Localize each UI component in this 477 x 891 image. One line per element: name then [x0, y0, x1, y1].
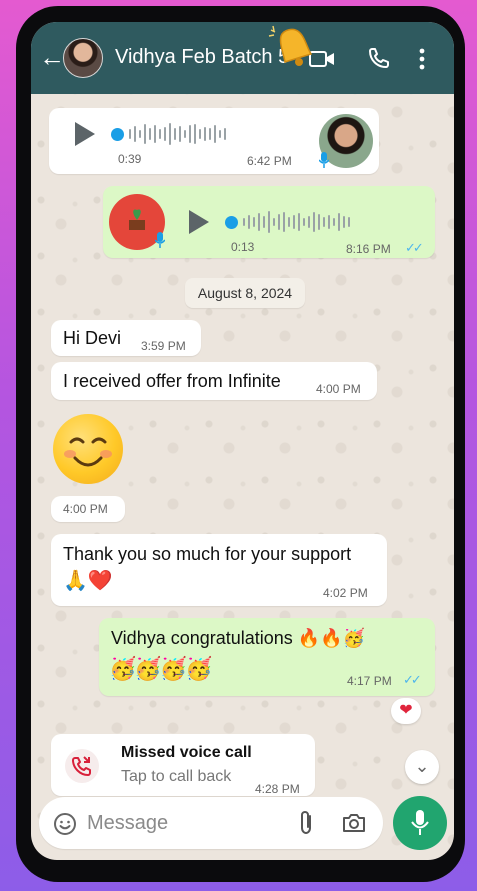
- mic-icon: [411, 810, 429, 835]
- missed-call-icon: [65, 749, 99, 783]
- chat-header: ← Vidhya Feb Batch 5: [31, 22, 454, 94]
- voice-duration: 0:13: [231, 240, 255, 254]
- camera-icon[interactable]: [341, 811, 367, 835]
- heart-reaction-icon[interactable]: ❤: [391, 698, 421, 724]
- paperclip-icon[interactable]: [297, 810, 317, 836]
- waveform: [243, 210, 350, 234]
- read-ticks-icon: ✓✓: [405, 240, 424, 255]
- message-text: Thank you so much for your support: [63, 544, 352, 564]
- message-time: 4:02 PM: [323, 586, 368, 600]
- message-emoji: 🥳🥳🥳🥳: [109, 656, 213, 681]
- message-text: I received offer from Infinite: [63, 371, 281, 391]
- bell-icon: [268, 25, 313, 66]
- scroll-down-icon[interactable]: ⌄: [405, 750, 439, 784]
- time-chip: 4:00 PM: [51, 496, 125, 522]
- message-time: 4:17 PM: [347, 674, 392, 688]
- voice-duration: 0:39: [118, 152, 142, 166]
- play-icon[interactable]: [189, 210, 209, 234]
- message-bubble[interactable]: Vidhya congratulations 🔥🔥🥳 🥳🥳🥳🥳 4:17 PM …: [99, 618, 435, 696]
- playback-dot[interactable]: [225, 216, 238, 229]
- message-time: 6:42 PM: [247, 154, 292, 168]
- playback-dot[interactable]: [111, 128, 124, 141]
- chat-screen: ← Vidhya Feb Batch 5 0:39 6:42 PM 0:13 8…: [31, 22, 454, 860]
- message-input[interactable]: Message: [39, 797, 383, 849]
- smiling-emoji-icon[interactable]: [53, 414, 123, 484]
- more-vertical-icon[interactable]: [419, 48, 425, 70]
- avatar[interactable]: [63, 38, 103, 78]
- contact-name[interactable]: Vidhya Feb Batch 5: [115, 46, 291, 69]
- message-time: 4:28 PM: [255, 782, 300, 796]
- emoji-icon[interactable]: [53, 812, 77, 836]
- mic-icon: [319, 152, 329, 168]
- message-bubble[interactable]: Thank you so much for your support 🙏❤️ 4…: [51, 534, 387, 606]
- missed-call-card[interactable]: Missed voice call Tap to call back 4:28 …: [51, 734, 315, 796]
- message-time: 8:16 PM: [346, 242, 391, 256]
- message-time: 4:00 PM: [316, 382, 361, 396]
- date-divider: August 8, 2024: [185, 278, 305, 308]
- read-ticks-icon: ✓✓: [403, 672, 422, 687]
- message-bubble[interactable]: Hi Devi 3:59 PM: [51, 320, 201, 356]
- phone-icon[interactable]: [367, 46, 391, 70]
- waveform: [129, 122, 226, 146]
- message-bubble[interactable]: I received offer from Infinite 4:00 PM: [51, 362, 377, 400]
- message-text: Hi Devi: [63, 328, 122, 348]
- plant-icon: [129, 209, 145, 230]
- missed-call-subtitle: Tap to call back: [121, 768, 232, 785]
- message-time: 3:59 PM: [141, 339, 186, 353]
- arrow-left-icon[interactable]: ←: [39, 44, 65, 70]
- message-text: Vidhya congratulations 🔥🔥🥳: [111, 628, 366, 648]
- mic-icon: [155, 232, 165, 248]
- message-emoji: 🙏❤️: [63, 570, 113, 592]
- missed-call-title: Missed voice call: [121, 744, 252, 761]
- message-placeholder: Message: [87, 812, 169, 834]
- message-time: 4:00 PM: [63, 502, 108, 516]
- mic-button[interactable]: [393, 796, 447, 850]
- voice-message[interactable]: 0:13 8:16 PM ✓✓: [103, 186, 435, 258]
- play-icon[interactable]: [75, 122, 95, 146]
- voice-message[interactable]: 0:39 6:42 PM: [49, 108, 379, 174]
